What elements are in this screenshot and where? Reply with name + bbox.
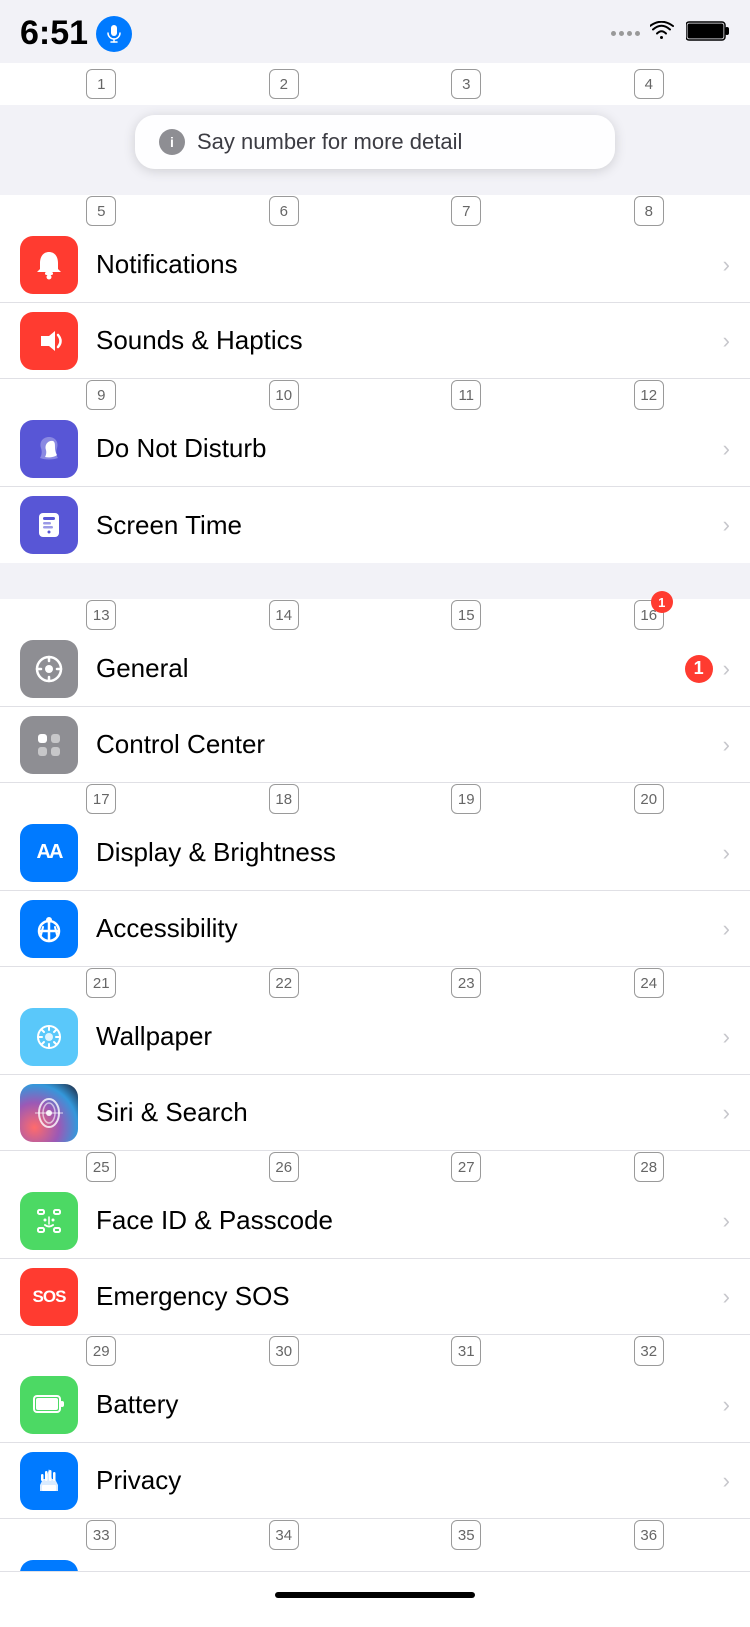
display-right: ›	[723, 840, 730, 866]
privacy-icon	[20, 1452, 78, 1510]
number-badge-3: 3	[451, 69, 481, 99]
numbers-row-33-36: 33 34 35 36	[0, 1519, 750, 1551]
chevron-icon: ›	[723, 1392, 730, 1418]
settings-row-dnd[interactable]: Do Not Disturb ›	[0, 411, 750, 487]
general-icon	[20, 640, 78, 698]
numbers-row-13-16: 13 14 15 16 1	[0, 599, 750, 631]
settings-row-battery[interactable]: Battery ›	[0, 1367, 750, 1443]
privacy-right: ›	[723, 1468, 730, 1494]
settings-row-accessibility[interactable]: Accessibility ›	[0, 891, 750, 967]
status-bar: 6:51	[0, 0, 750, 63]
dnd-icon	[20, 420, 78, 478]
settings-row-screentime[interactable]: Screen Time ›	[0, 487, 750, 563]
top-numbers-row: 1 2 3 4	[0, 63, 750, 105]
settings-row-sos[interactable]: SOS Emergency SOS ›	[0, 1259, 750, 1335]
toast-message: i Say number for more detail	[135, 115, 615, 169]
chevron-icon: ›	[723, 656, 730, 682]
chevron-icon: ›	[723, 840, 730, 866]
status-time: 6:51	[20, 14, 132, 53]
controlcenter-icon	[20, 716, 78, 774]
faceid-right: ›	[723, 1208, 730, 1234]
chevron-icon: ›	[723, 328, 730, 354]
chevron-icon: ›	[723, 512, 730, 538]
accessibility-icon	[20, 900, 78, 958]
home-indicator	[275, 1592, 475, 1598]
sos-right: ›	[723, 1284, 730, 1310]
battery-label: Battery	[96, 1389, 723, 1420]
chevron-icon: ›	[723, 1100, 730, 1126]
wallpaper-icon	[20, 1008, 78, 1066]
settings-row-general[interactable]: General 1 ›	[0, 631, 750, 707]
sounds-right: ›	[723, 328, 730, 354]
settings-section-1: 5 6 7 8 Notifications ›	[0, 195, 750, 563]
number-badge-2: 2	[269, 69, 299, 99]
notifications-label: Notifications	[96, 249, 723, 280]
numbers-row-29-32: 29 30 31 32	[0, 1335, 750, 1367]
notifications-icon	[20, 236, 78, 294]
chevron-icon: ›	[723, 436, 730, 462]
notifications-right: ›	[723, 252, 730, 278]
numbers-row-21-24: 21 22 23 24	[0, 967, 750, 999]
settings-section-2: 13 14 15 16 1 General 1 ›	[0, 599, 750, 1627]
general-right: 1 ›	[685, 655, 730, 683]
general-badge: 1	[685, 655, 713, 683]
wallpaper-label: Wallpaper	[96, 1021, 723, 1052]
toast-text: Say number for more detail	[197, 129, 462, 155]
sounds-icon	[20, 312, 78, 370]
settings-row-controlcenter[interactable]: Control Center ›	[0, 707, 750, 783]
chevron-icon: ›	[723, 252, 730, 278]
faceid-icon	[20, 1192, 78, 1250]
info-icon: i	[159, 129, 185, 155]
section-divider-1	[0, 563, 750, 599]
chevron-icon: ›	[723, 1024, 730, 1050]
screentime-icon	[20, 496, 78, 554]
numbers-row-9-12: 9 10 11 12	[0, 379, 750, 411]
settings-row-notifications[interactable]: Notifications ›	[0, 227, 750, 303]
settings-row-faceid[interactable]: Face ID & Passcode ›	[0, 1183, 750, 1259]
siri-label: Siri & Search	[96, 1097, 723, 1128]
numbers-row-5678: 5 6 7 8	[0, 195, 750, 227]
settings-row-display[interactable]: AA Display & Brightness ›	[0, 815, 750, 891]
siri-icon	[20, 1084, 78, 1142]
settings-row-privacy[interactable]: Privacy ›	[0, 1443, 750, 1519]
chevron-icon: ›	[723, 732, 730, 758]
wallpaper-right: ›	[723, 1024, 730, 1050]
battery-right: ›	[723, 1392, 730, 1418]
sos-icon: SOS	[20, 1268, 78, 1326]
faceid-label: Face ID & Passcode	[96, 1205, 723, 1236]
time-display: 6:51	[20, 14, 88, 53]
controlcenter-label: Control Center	[96, 729, 723, 760]
dnd-label: Do Not Disturb	[96, 433, 723, 464]
number-badge-4: 4	[634, 69, 664, 99]
settings-row-siri[interactable]: Siri & Search ›	[0, 1075, 750, 1151]
chevron-icon: ›	[723, 1284, 730, 1310]
controlcenter-right: ›	[723, 732, 730, 758]
siri-right: ›	[723, 1100, 730, 1126]
battery-icon	[686, 20, 730, 47]
settings-row-sounds[interactable]: Sounds & Haptics ›	[0, 303, 750, 379]
sounds-label: Sounds & Haptics	[96, 325, 723, 356]
accessibility-right: ›	[723, 916, 730, 942]
accessibility-label: Accessibility	[96, 913, 723, 944]
screentime-right: ›	[723, 512, 730, 538]
privacy-label: Privacy	[96, 1465, 723, 1496]
chevron-icon: ›	[723, 1208, 730, 1234]
battery-icon-row	[20, 1376, 78, 1434]
numbers-row-17-20: 17 18 19 20	[0, 783, 750, 815]
general-label: General	[96, 653, 685, 684]
display-label: Display & Brightness	[96, 837, 723, 868]
display-icon: AA	[20, 824, 78, 882]
chevron-icon: ›	[723, 1468, 730, 1494]
dnd-right: ›	[723, 436, 730, 462]
number-badge-1: 1	[86, 69, 116, 99]
numbers-row-25-28: 25 26 27 28	[0, 1151, 750, 1183]
sos-label: Emergency SOS	[96, 1281, 723, 1312]
mic-icon	[96, 16, 132, 52]
signal-icon	[611, 31, 640, 36]
screentime-label: Screen Time	[96, 510, 723, 541]
wifi-icon	[650, 21, 676, 47]
chevron-icon: ›	[723, 916, 730, 942]
status-right	[611, 20, 730, 47]
settings-row-wallpaper[interactable]: Wallpaper ›	[0, 999, 750, 1075]
